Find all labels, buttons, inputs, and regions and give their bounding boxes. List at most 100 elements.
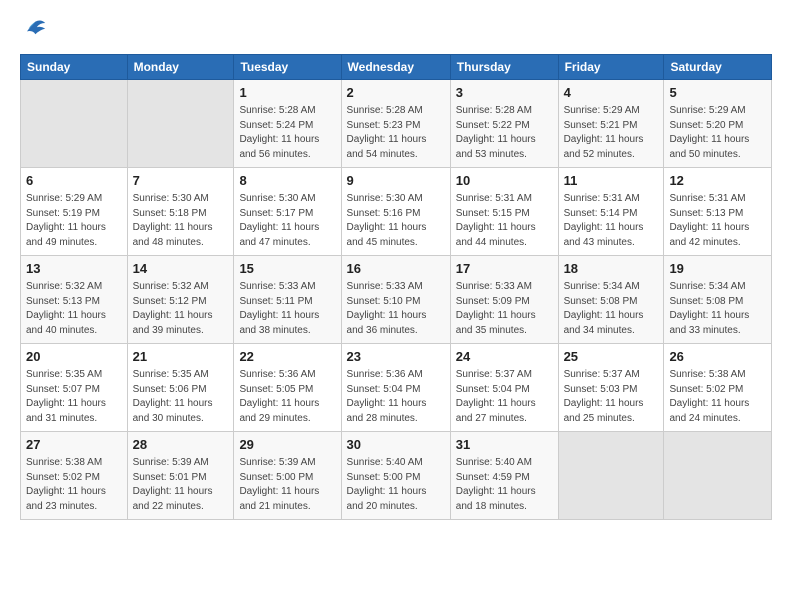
calendar-cell: 18 Sunrise: 5:34 AMSunset: 5:08 PMDayligh… bbox=[558, 256, 664, 344]
calendar-cell: 31 Sunrise: 5:40 AMSunset: 4:59 PMDayligh… bbox=[450, 432, 558, 520]
day-number: 20 bbox=[26, 348, 122, 366]
page: SundayMondayTuesdayWednesdayThursdayFrid… bbox=[0, 0, 792, 612]
day-number: 7 bbox=[133, 172, 229, 190]
day-info: Sunrise: 5:30 AMSunset: 5:16 PMDaylight:… bbox=[347, 192, 445, 250]
day-number: 12 bbox=[669, 172, 766, 190]
day-number: 3 bbox=[456, 84, 553, 102]
day-info: Sunrise: 5:33 AMSunset: 5:09 PMDaylight:… bbox=[456, 280, 553, 338]
weekday-header-monday: Monday bbox=[127, 55, 234, 80]
day-number: 31 bbox=[456, 436, 553, 454]
day-number: 21 bbox=[133, 348, 229, 366]
day-number: 13 bbox=[26, 260, 122, 278]
day-info: Sunrise: 5:39 AMSunset: 5:00 PMDaylight:… bbox=[239, 456, 335, 514]
header bbox=[20, 16, 772, 44]
day-info: Sunrise: 5:35 AMSunset: 5:06 PMDaylight:… bbox=[133, 368, 229, 426]
calendar-cell: 25 Sunrise: 5:37 AMSunset: 5:03 PMDayligh… bbox=[558, 344, 664, 432]
calendar-cell: 11 Sunrise: 5:31 AMSunset: 5:14 PMDayligh… bbox=[558, 168, 664, 256]
calendar-cell: 27 Sunrise: 5:38 AMSunset: 5:02 PMDayligh… bbox=[21, 432, 128, 520]
weekday-header-row: SundayMondayTuesdayWednesdayThursdayFrid… bbox=[21, 55, 772, 80]
day-number: 14 bbox=[133, 260, 229, 278]
calendar-cell: 28Sunrise: 5:39 AMSunset: 5:01 PMDayligh… bbox=[127, 432, 234, 520]
day-number: 17 bbox=[456, 260, 553, 278]
calendar-cell: 2Sunrise: 5:28 AMSunset: 5:23 PMDaylight… bbox=[341, 80, 450, 168]
calendar-cell: 16 Sunrise: 5:33 AMSunset: 5:10 PMDayligh… bbox=[341, 256, 450, 344]
calendar-cell: 29 Sunrise: 5:39 AMSunset: 5:00 PMDayligh… bbox=[234, 432, 341, 520]
calendar-week-row: 20 Sunrise: 5:35 AMSunset: 5:07 PMDayligh… bbox=[21, 344, 772, 432]
day-info: Sunrise: 5:33 AMSunset: 5:10 PMDaylight:… bbox=[347, 280, 445, 338]
logo-icon bbox=[20, 16, 48, 44]
calendar-cell bbox=[558, 432, 664, 520]
day-info: Sunrise: 5:34 AMSunset: 5:08 PMDaylight:… bbox=[564, 280, 659, 338]
day-number: 27 bbox=[26, 436, 122, 454]
calendar-cell: 13 Sunrise: 5:32 AMSunset: 5:13 PMDayligh… bbox=[21, 256, 128, 344]
day-info: Sunrise: 5:33 AMSunset: 5:11 PMDaylight:… bbox=[239, 280, 335, 338]
logo bbox=[20, 16, 52, 44]
calendar-week-row: 6Sunrise: 5:29 AMSunset: 5:19 PMDaylight… bbox=[21, 168, 772, 256]
day-number: 25 bbox=[564, 348, 659, 366]
day-number: 9 bbox=[347, 172, 445, 190]
calendar-cell: 26 Sunrise: 5:38 AMSunset: 5:02 PMDayligh… bbox=[664, 344, 772, 432]
calendar-cell: 17 Sunrise: 5:33 AMSunset: 5:09 PMDayligh… bbox=[450, 256, 558, 344]
calendar-cell: 9 Sunrise: 5:30 AMSunset: 5:16 PMDaylight… bbox=[341, 168, 450, 256]
weekday-header-friday: Friday bbox=[558, 55, 664, 80]
day-number: 11 bbox=[564, 172, 659, 190]
weekday-header-saturday: Saturday bbox=[664, 55, 772, 80]
calendar-cell: 6Sunrise: 5:29 AMSunset: 5:19 PMDaylight… bbox=[21, 168, 128, 256]
day-number: 30 bbox=[347, 436, 445, 454]
day-info: Sunrise: 5:40 AMSunset: 4:59 PMDaylight:… bbox=[456, 456, 553, 514]
day-number: 1 bbox=[239, 84, 335, 102]
calendar-cell: 24 Sunrise: 5:37 AMSunset: 5:04 PMDayligh… bbox=[450, 344, 558, 432]
day-number: 4 bbox=[564, 84, 659, 102]
day-number: 2 bbox=[347, 84, 445, 102]
calendar-week-row: 1 Sunrise: 5:28 AMSunset: 5:24 PMDaylight… bbox=[21, 80, 772, 168]
calendar-cell: 8Sunrise: 5:30 AMSunset: 5:17 PMDaylight… bbox=[234, 168, 341, 256]
day-number: 10 bbox=[456, 172, 553, 190]
day-info: Sunrise: 5:38 AMSunset: 5:02 PMDaylight:… bbox=[26, 456, 122, 514]
calendar-cell: 19 Sunrise: 5:34 AMSunset: 5:08 PMDayligh… bbox=[664, 256, 772, 344]
day-number: 16 bbox=[347, 260, 445, 278]
calendar-cell: 15 Sunrise: 5:33 AMSunset: 5:11 PMDayligh… bbox=[234, 256, 341, 344]
day-number: 23 bbox=[347, 348, 445, 366]
day-number: 18 bbox=[564, 260, 659, 278]
day-info: Sunrise: 5:31 AMSunset: 5:15 PMDaylight:… bbox=[456, 192, 553, 250]
day-info: Sunrise: 5:31 AMSunset: 5:13 PMDaylight:… bbox=[669, 192, 766, 250]
calendar-cell: 12 Sunrise: 5:31 AMSunset: 5:13 PMDayligh… bbox=[664, 168, 772, 256]
calendar-cell: 30Sunrise: 5:40 AMSunset: 5:00 PMDayligh… bbox=[341, 432, 450, 520]
calendar-cell: 1 Sunrise: 5:28 AMSunset: 5:24 PMDaylight… bbox=[234, 80, 341, 168]
day-info: Sunrise: 5:38 AMSunset: 5:02 PMDaylight:… bbox=[669, 368, 766, 426]
day-info: Sunrise: 5:34 AMSunset: 5:08 PMDaylight:… bbox=[669, 280, 766, 338]
day-number: 29 bbox=[239, 436, 335, 454]
calendar-cell: 14 Sunrise: 5:32 AMSunset: 5:12 PMDayligh… bbox=[127, 256, 234, 344]
day-number: 8 bbox=[239, 172, 335, 190]
calendar-cell: 21 Sunrise: 5:35 AMSunset: 5:06 PMDayligh… bbox=[127, 344, 234, 432]
weekday-header-sunday: Sunday bbox=[21, 55, 128, 80]
calendar-cell bbox=[664, 432, 772, 520]
weekday-header-thursday: Thursday bbox=[450, 55, 558, 80]
day-info: Sunrise: 5:32 AMSunset: 5:13 PMDaylight:… bbox=[26, 280, 122, 338]
day-info: Sunrise: 5:29 AMSunset: 5:20 PMDaylight:… bbox=[669, 104, 766, 162]
day-number: 24 bbox=[456, 348, 553, 366]
calendar-cell: 3Sunrise: 5:28 AMSunset: 5:22 PMDaylight… bbox=[450, 80, 558, 168]
day-info: Sunrise: 5:37 AMSunset: 5:04 PMDaylight:… bbox=[456, 368, 553, 426]
calendar-cell: 7 Sunrise: 5:30 AMSunset: 5:18 PMDaylight… bbox=[127, 168, 234, 256]
day-number: 26 bbox=[669, 348, 766, 366]
calendar-week-row: 27 Sunrise: 5:38 AMSunset: 5:02 PMDayligh… bbox=[21, 432, 772, 520]
calendar-cell bbox=[127, 80, 234, 168]
day-number: 19 bbox=[669, 260, 766, 278]
calendar-cell: 5 Sunrise: 5:29 AMSunset: 5:20 PMDaylight… bbox=[664, 80, 772, 168]
calendar-cell: 23 Sunrise: 5:36 AMSunset: 5:04 PMDayligh… bbox=[341, 344, 450, 432]
day-info: Sunrise: 5:36 AMSunset: 5:05 PMDaylight:… bbox=[239, 368, 335, 426]
day-info: Sunrise: 5:30 AMSunset: 5:18 PMDaylight:… bbox=[133, 192, 229, 250]
day-info: Sunrise: 5:37 AMSunset: 5:03 PMDaylight:… bbox=[564, 368, 659, 426]
day-info: Sunrise: 5:28 AMSunset: 5:24 PMDaylight:… bbox=[239, 104, 335, 162]
day-info: Sunrise: 5:32 AMSunset: 5:12 PMDaylight:… bbox=[133, 280, 229, 338]
day-info: Sunrise: 5:35 AMSunset: 5:07 PMDaylight:… bbox=[26, 368, 122, 426]
day-info: Sunrise: 5:39 AMSunset: 5:01 PMDaylight:… bbox=[133, 456, 229, 514]
day-number: 5 bbox=[669, 84, 766, 102]
calendar-table: SundayMondayTuesdayWednesdayThursdayFrid… bbox=[20, 54, 772, 520]
day-info: Sunrise: 5:36 AMSunset: 5:04 PMDaylight:… bbox=[347, 368, 445, 426]
calendar-cell: 10 Sunrise: 5:31 AMSunset: 5:15 PMDayligh… bbox=[450, 168, 558, 256]
day-number: 22 bbox=[239, 348, 335, 366]
day-number: 15 bbox=[239, 260, 335, 278]
day-info: Sunrise: 5:31 AMSunset: 5:14 PMDaylight:… bbox=[564, 192, 659, 250]
